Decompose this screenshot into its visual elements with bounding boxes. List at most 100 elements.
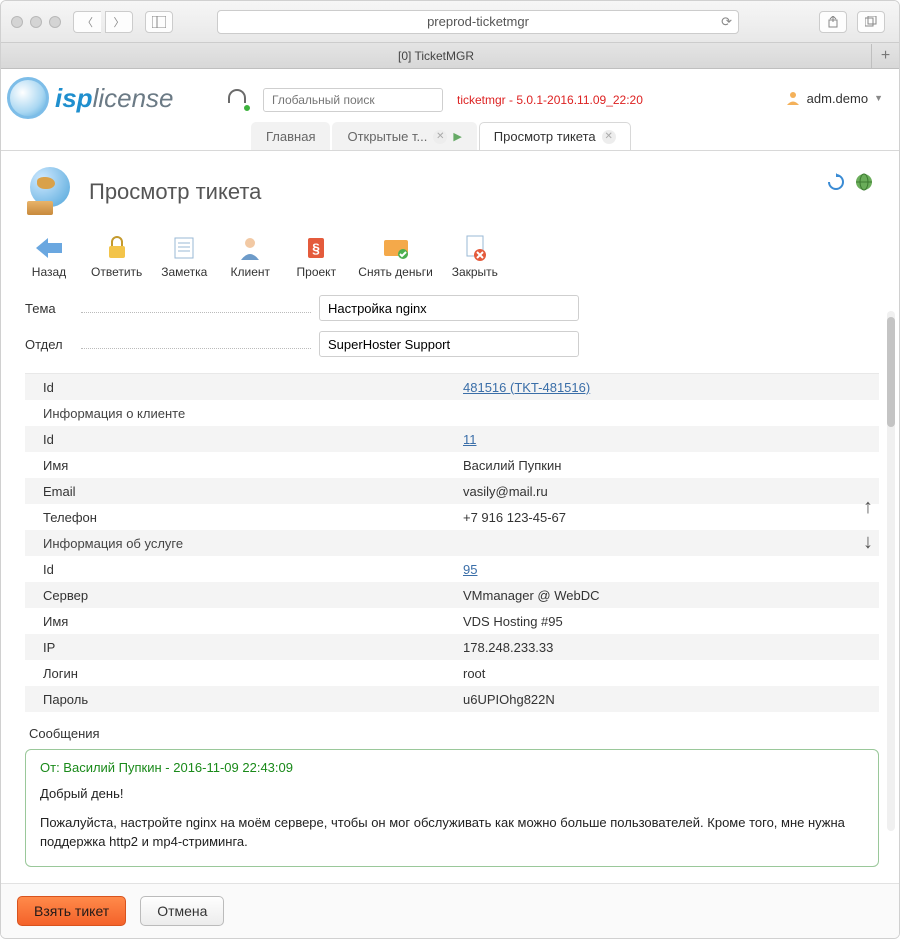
new-tab-button[interactable]: + bbox=[871, 44, 899, 68]
footer-bar: Взять тикет Отмена bbox=[1, 883, 899, 938]
row-value: root bbox=[455, 666, 879, 681]
share-button[interactable] bbox=[819, 11, 847, 33]
row-label: Телефон bbox=[25, 510, 455, 525]
toolbar-label: Назад bbox=[32, 265, 66, 279]
money-icon bbox=[383, 235, 409, 261]
tab-label: Открытые т... bbox=[347, 129, 427, 144]
page-icon bbox=[25, 167, 75, 217]
message-body: Пожалуйста, настройте nginx на моём серв… bbox=[40, 814, 864, 852]
message-box: От: Василий Пупкин - 2016-11-09 22:43:09… bbox=[25, 749, 879, 867]
refresh-icon[interactable] bbox=[827, 173, 845, 191]
project-icon: § bbox=[303, 235, 329, 261]
close-action[interactable]: Закрыть bbox=[451, 235, 499, 279]
user-icon bbox=[785, 90, 801, 106]
chevron-down-icon: ▼ bbox=[874, 93, 883, 103]
toolbar-label: Снять деньги bbox=[358, 265, 433, 279]
support-status-icon[interactable] bbox=[227, 89, 249, 111]
person-icon bbox=[237, 235, 263, 261]
reply-action[interactable]: Ответить bbox=[91, 235, 142, 279]
dotted-line bbox=[81, 339, 311, 349]
row-value: u6UPIOhg822N bbox=[455, 692, 879, 707]
messages-label: Сообщения bbox=[25, 726, 879, 741]
global-search-input[interactable] bbox=[263, 88, 443, 112]
row-label: Id bbox=[25, 562, 455, 577]
row-label: Сервер bbox=[25, 588, 455, 603]
row-label: IP bbox=[25, 640, 455, 655]
app-tabs: Главная Открытые т... ✕ ▶ Просмотр тикет… bbox=[1, 123, 899, 151]
tab-open-tickets[interactable]: Открытые т... ✕ ▶ bbox=[332, 122, 476, 150]
subject-input[interactable] bbox=[319, 295, 579, 321]
back-button[interactable]: 〈 bbox=[73, 11, 101, 33]
scroll-arrows: ↑ ↓ bbox=[863, 496, 873, 554]
toolbar-label: Закрыть bbox=[452, 265, 498, 279]
row-label: Пароль bbox=[25, 692, 455, 707]
row-value: VMmanager @ WebDC bbox=[455, 588, 879, 603]
lock-icon bbox=[104, 235, 130, 261]
ticket-id-link[interactable]: 481516 (TKT-481516) bbox=[463, 380, 590, 395]
close-window-icon[interactable] bbox=[11, 16, 23, 28]
dept-label: Отдел bbox=[25, 337, 81, 352]
user-name: adm.demo bbox=[807, 91, 868, 106]
arrow-up-icon[interactable]: ↑ bbox=[863, 496, 873, 519]
details-table: Id481516 (TKT-481516) Информация о клиен… bbox=[25, 373, 879, 712]
message-greeting: Добрый день! bbox=[40, 785, 864, 804]
globe-small-icon[interactable] bbox=[855, 173, 873, 191]
sidebar-toggle-button[interactable] bbox=[145, 11, 173, 33]
close-icon[interactable]: ✕ bbox=[602, 130, 616, 144]
url-text: preprod-ticketmgr bbox=[427, 14, 529, 29]
dotted-line bbox=[81, 303, 311, 313]
toolbar-label: Клиент bbox=[231, 265, 271, 279]
project-action[interactable]: § Проект bbox=[292, 235, 340, 279]
row-value: VDS Hosting #95 bbox=[455, 614, 879, 629]
cancel-button[interactable]: Отмена bbox=[140, 896, 224, 926]
toolbar: Назад Ответить Заметка Клиент § Проект bbox=[25, 235, 879, 285]
page-title: Просмотр тикета bbox=[89, 179, 261, 205]
tab-main[interactable]: Главная bbox=[251, 122, 330, 150]
section-header: Информация об услуге bbox=[25, 536, 455, 551]
forward-button[interactable]: 〉 bbox=[105, 11, 133, 33]
subject-label: Тема bbox=[25, 301, 81, 316]
user-menu[interactable]: adm.demo ▼ bbox=[785, 90, 889, 106]
toolbar-label: Ответить bbox=[91, 265, 142, 279]
service-id-link[interactable]: 95 bbox=[463, 562, 477, 577]
vertical-scrollbar[interactable] bbox=[887, 311, 895, 831]
back-action[interactable]: Назад bbox=[25, 235, 73, 279]
client-action[interactable]: Клиент bbox=[226, 235, 274, 279]
row-label: Id bbox=[25, 432, 455, 447]
row-label: Логин bbox=[25, 666, 455, 681]
row-value: +7 916 123-45-67 bbox=[455, 510, 879, 525]
tab-label: Просмотр тикета bbox=[494, 129, 596, 144]
minimize-window-icon[interactable] bbox=[30, 16, 42, 28]
charge-action[interactable]: Снять деньги bbox=[358, 235, 433, 279]
close-icon[interactable]: ✕ bbox=[433, 130, 447, 144]
logo-swirl-icon bbox=[7, 77, 49, 119]
scrollbar-thumb[interactable] bbox=[887, 317, 895, 427]
maximize-window-icon[interactable] bbox=[49, 16, 61, 28]
note-icon bbox=[171, 235, 197, 261]
arrow-down-icon[interactable]: ↓ bbox=[863, 531, 873, 554]
window-controls bbox=[11, 16, 61, 28]
tab-view-ticket[interactable]: Просмотр тикета ✕ bbox=[479, 122, 631, 150]
toolbar-label: Проект bbox=[297, 265, 337, 279]
browser-tabstrip: [0] TicketMGR + bbox=[1, 43, 899, 69]
url-bar[interactable]: preprod-ticketmgr ⟳ bbox=[217, 10, 739, 34]
svg-text:§: § bbox=[312, 240, 320, 256]
tabs-button[interactable] bbox=[857, 11, 885, 33]
nav-buttons: 〈 〉 bbox=[73, 11, 137, 33]
row-value: vasily@mail.ru bbox=[455, 484, 879, 499]
toolbar-label: Заметка bbox=[161, 265, 207, 279]
browser-toolbar: 〈 〉 preprod-ticketmgr ⟳ bbox=[1, 1, 899, 43]
browser-tab[interactable]: [0] TicketMGR bbox=[1, 49, 871, 63]
message-from: От: Василий Пупкин - 2016-11-09 22:43:09 bbox=[40, 760, 864, 775]
row-label: Имя bbox=[25, 614, 455, 629]
tab-label: Главная bbox=[266, 129, 315, 144]
row-value: 178.248.233.33 bbox=[455, 640, 879, 655]
note-action[interactable]: Заметка bbox=[160, 235, 208, 279]
chevron-right-icon: ▶ bbox=[453, 130, 461, 143]
client-id-link[interactable]: 11 bbox=[463, 432, 477, 447]
row-label: Email bbox=[25, 484, 455, 499]
dept-input[interactable] bbox=[319, 331, 579, 357]
reload-icon[interactable]: ⟳ bbox=[721, 14, 732, 30]
take-ticket-button[interactable]: Взять тикет bbox=[17, 896, 126, 926]
row-value: Василий Пупкин bbox=[455, 458, 879, 473]
